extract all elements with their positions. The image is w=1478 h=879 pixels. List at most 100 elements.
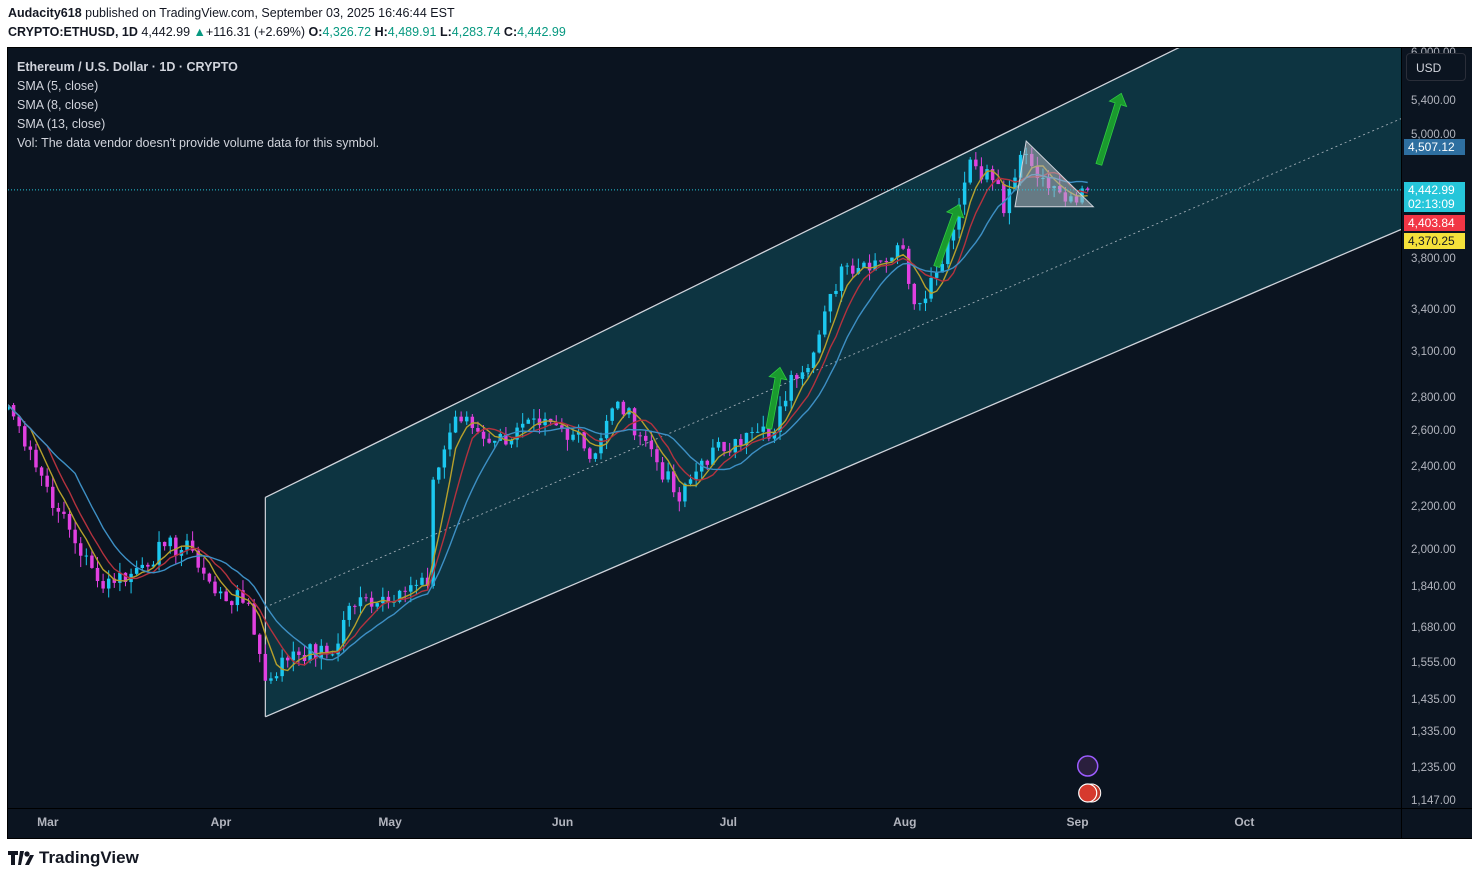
candle (878, 260, 883, 262)
channel-fill (265, 48, 1401, 717)
candle (823, 311, 827, 335)
candle (526, 419, 531, 424)
candle (755, 431, 760, 433)
candle (867, 262, 872, 271)
candle (84, 555, 89, 557)
month-tick-label: Sep (1066, 815, 1089, 829)
month-tick-label: May (378, 815, 402, 829)
candle (481, 431, 486, 439)
month-tick-label: Oct (1234, 815, 1255, 829)
candle (750, 432, 754, 434)
candle (929, 277, 933, 299)
candle (330, 654, 335, 656)
candle (202, 567, 206, 574)
earnings-badge-icon (1076, 755, 1099, 777)
legend-sma8[interactable]: SMA (8, close) (17, 96, 379, 115)
legend-volume[interactable]: Vol: The data vendor doesn't provide vol… (17, 134, 379, 153)
candle (974, 159, 978, 167)
price-chart[interactable] (8, 48, 1401, 808)
candle (274, 676, 279, 679)
legend-title[interactable]: Ethereum / U.S. Dollar · 1D · CRYPTO (17, 58, 379, 77)
sma8-price-tag: 4,403.84 (1404, 214, 1465, 231)
price-tick-label: 5,000.00 (1411, 129, 1456, 142)
candle (1007, 188, 1012, 214)
candle (162, 541, 167, 547)
candle (677, 492, 682, 502)
candle (593, 453, 598, 459)
candle (923, 298, 928, 304)
candle (90, 555, 94, 568)
high-label: H: (374, 25, 388, 39)
month-tick-label: Apr (210, 815, 232, 829)
candle (795, 374, 799, 379)
low-value: 4,283.74 (451, 25, 501, 39)
change-text: +116.31 (+2.69%) (205, 25, 306, 39)
candle (616, 401, 620, 409)
candle (409, 585, 413, 592)
tradingview-logo-icon (8, 851, 34, 865)
price-tick-label: 2,800.00 (1411, 391, 1456, 404)
candle (106, 578, 111, 589)
candle (722, 441, 726, 452)
candle (621, 401, 626, 415)
legend-sma13[interactable]: SMA (13, close) (17, 115, 379, 134)
candle (705, 460, 710, 465)
candle (218, 591, 223, 594)
candle (140, 564, 144, 568)
price-tick-label: 2,600.00 (1411, 425, 1456, 438)
candle (28, 446, 33, 450)
chart-pane[interactable] (8, 48, 1401, 808)
candle (459, 416, 463, 422)
candle (448, 432, 452, 450)
legend-sma5[interactable]: SMA (5, close) (17, 77, 379, 96)
candle (420, 577, 424, 585)
candle (839, 266, 844, 291)
author-name[interactable]: Audacity618 (8, 6, 82, 20)
candle (604, 420, 609, 439)
footer-brand-text: TradingView (39, 848, 139, 867)
candle (308, 644, 312, 661)
candle (341, 619, 346, 644)
candle (56, 507, 61, 512)
price-tick-label: 1,555.00 (1411, 657, 1456, 670)
us-flag-badge-icon (1078, 783, 1098, 803)
candle (683, 483, 687, 502)
candle (230, 601, 234, 606)
candle (235, 590, 240, 606)
currency-button[interactable]: USD (1406, 53, 1466, 81)
close-label: C: (503, 25, 518, 39)
price-tick-label: 1,840.00 (1411, 581, 1456, 594)
candle (532, 418, 536, 420)
candle (638, 435, 642, 437)
candle (716, 441, 721, 448)
candle (437, 467, 441, 480)
candle (800, 372, 805, 379)
candle (655, 449, 659, 463)
low-label: L: (439, 25, 452, 39)
candle (834, 290, 838, 294)
candle (297, 651, 301, 655)
candle (649, 440, 654, 450)
candle (45, 475, 49, 487)
footer-brand[interactable]: TradingView (8, 848, 139, 868)
candle (375, 603, 379, 607)
candle (213, 581, 217, 594)
symbol-line: CRYPTO:ETHUSD, 1D 4,442.99 ▲+116.31 (+2.… (8, 25, 566, 39)
candle (101, 581, 105, 589)
candle (565, 427, 570, 440)
candle (688, 479, 693, 484)
candle (453, 416, 458, 433)
candle (34, 449, 38, 468)
candle (358, 597, 363, 607)
candle (73, 529, 77, 544)
candle (269, 678, 273, 681)
open-label: O: (308, 25, 323, 39)
candle (739, 439, 743, 446)
close-value: 4,442.99 (517, 25, 566, 39)
candle (671, 471, 676, 493)
candle (174, 537, 178, 556)
candle (845, 265, 849, 267)
month-tick-label: Jul (719, 815, 738, 829)
candle (884, 261, 889, 263)
publish-line: Audacity618 published on TradingView.com… (8, 6, 455, 20)
